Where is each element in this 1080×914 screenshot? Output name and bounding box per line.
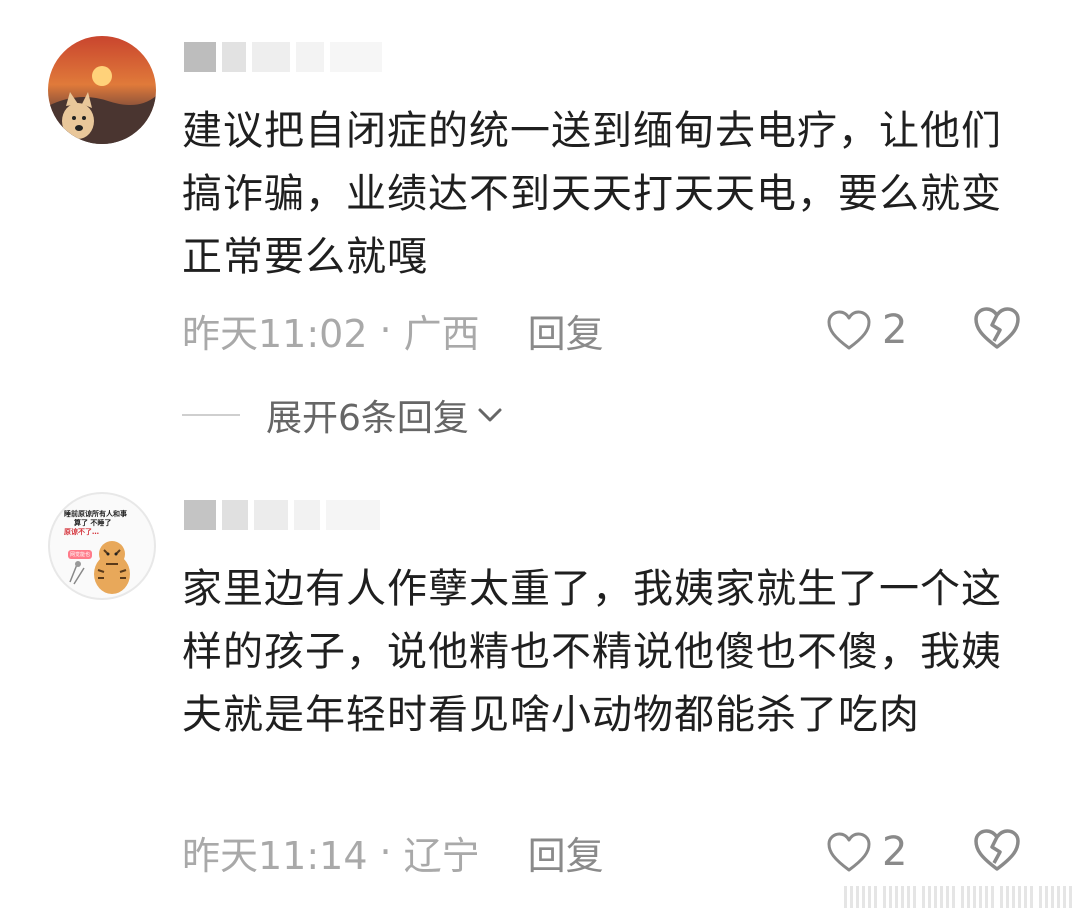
comment-meta: 昨天11:02 · 广西 回复	[182, 303, 604, 358]
heart-icon	[827, 832, 871, 872]
redacted-block	[222, 42, 246, 72]
reply-button[interactable]: 回复	[528, 303, 604, 358]
redacted-block	[184, 500, 216, 530]
redacted-block	[296, 42, 324, 72]
expand-replies-button[interactable]: 展开6条回复	[182, 390, 505, 440]
expand-replies-label: 展开6条回复	[266, 398, 469, 439]
comment-time: 昨天11:14	[182, 833, 368, 878]
redacted-block	[294, 500, 320, 530]
redacted-block	[330, 42, 382, 72]
avatar[interactable]: 睡前原谅所有人和事 算了 不睡了 原谅不了… 网觉能也	[48, 492, 156, 600]
divider-line	[182, 414, 240, 416]
comment-text: 家里边有人作孽太重了，我姨家就生了一个这样的孩子，说他精也不精说他傻也不傻，我姨…	[182, 566, 1002, 738]
watermark	[844, 886, 1074, 908]
meta-separator: ·	[379, 308, 392, 352]
broken-heart-icon	[974, 829, 1020, 871]
username-redacted[interactable]	[184, 42, 382, 76]
like-count: 2	[882, 307, 908, 353]
comment-location: 广西	[403, 311, 480, 356]
avatar-image	[48, 36, 156, 144]
comment-time: 昨天11:02	[182, 311, 368, 356]
tiger-sticker-image	[69, 541, 130, 594]
heart-icon	[827, 310, 871, 350]
broken-heart-icon	[974, 307, 1020, 349]
redacted-block	[184, 42, 216, 72]
username-redacted[interactable]	[184, 500, 380, 534]
redacted-block	[254, 500, 288, 530]
redacted-block	[222, 500, 248, 530]
comment-location: 辽宁	[403, 833, 480, 878]
dislike-button[interactable]	[972, 827, 1022, 877]
like-button[interactable]: 2	[826, 305, 907, 355]
reply-button[interactable]: 回复	[528, 825, 604, 880]
redacted-block	[326, 500, 380, 530]
meta-separator: ·	[379, 830, 392, 874]
dislike-button[interactable]	[972, 305, 1022, 355]
redacted-block	[252, 42, 290, 72]
avatar[interactable]	[48, 36, 156, 144]
like-button[interactable]: 2	[826, 827, 907, 877]
comment-text: 建议把自闭症的统一送到缅甸去电疗，让他们搞诈骗，业绩达不到天天打天天电，要么就变…	[182, 108, 1002, 280]
comment-meta: 昨天11:14 · 辽宁 回复	[182, 825, 604, 880]
like-count: 2	[882, 829, 908, 875]
chevron-down-icon	[478, 408, 502, 422]
